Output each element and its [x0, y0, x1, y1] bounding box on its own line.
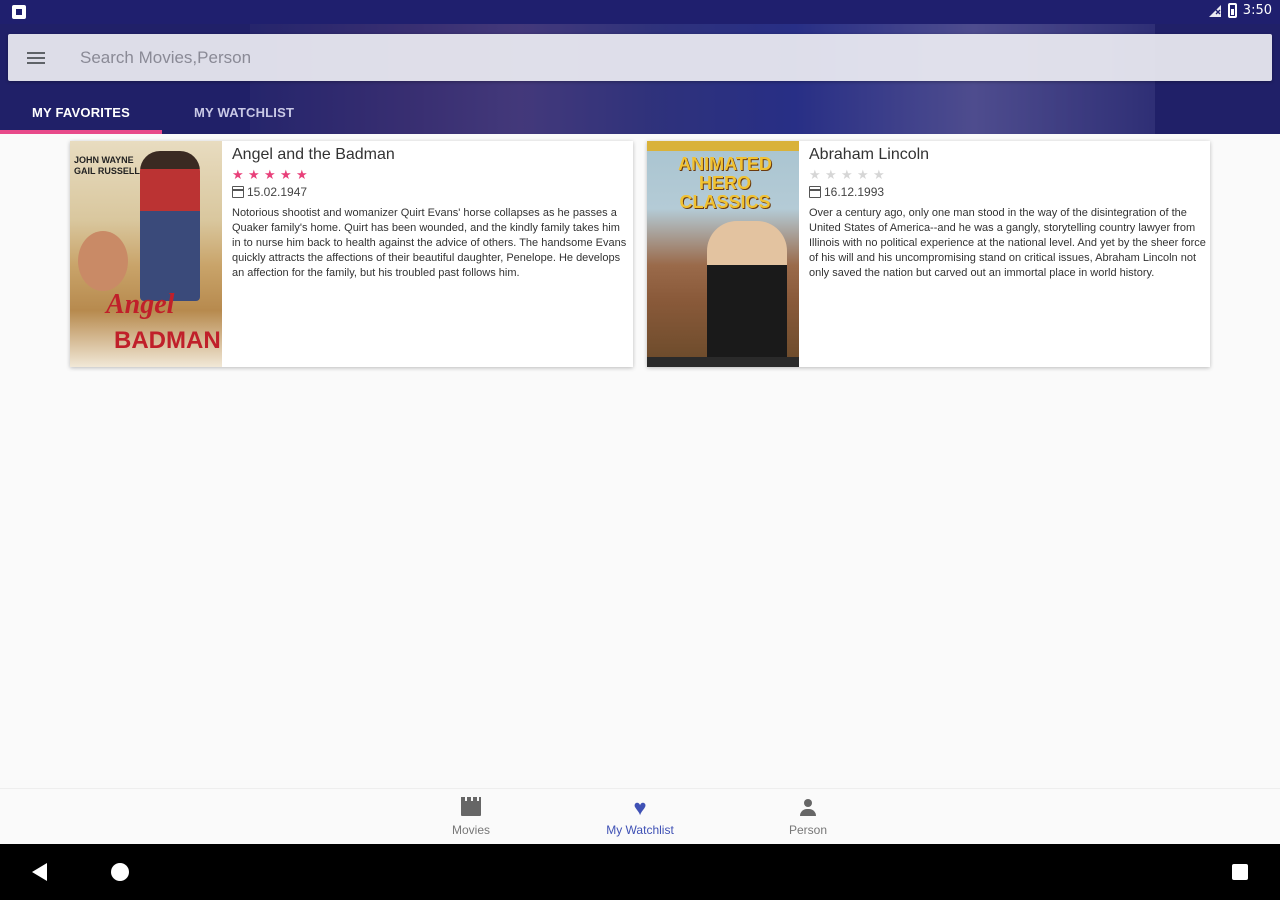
rating-stars: ★ ★ ★ ★ ★	[809, 168, 1206, 181]
recent-apps-icon[interactable]	[1232, 864, 1248, 880]
poster-title: Angel	[106, 289, 175, 320]
star-icon: ★	[264, 167, 276, 182]
nav-label: My Watchlist	[606, 823, 674, 837]
movie-poster: ANIMATED HERO CLASSICS	[647, 141, 799, 367]
calendar-icon	[232, 186, 244, 198]
poster-title-2: BADMAN	[114, 327, 221, 354]
menu-icon[interactable]	[8, 34, 64, 81]
status-time: 3:50	[1242, 3, 1272, 18]
heart-icon: ♥	[633, 795, 647, 820]
battery-icon	[1227, 3, 1237, 18]
movie-card[interactable]: ANIMATED HERO CLASSICS Abraham Lincoln ★…	[647, 141, 1210, 367]
star-icon: ★	[825, 167, 837, 182]
status-icons: 3:50	[1208, 3, 1272, 18]
star-icon: ★	[809, 167, 821, 182]
release-date: 15.02.1947	[232, 185, 629, 199]
search-input[interactable]	[64, 47, 1272, 68]
app-header: MY FAVORITES MY WATCHLIST	[0, 24, 1280, 134]
nav-label: Movies	[451, 823, 490, 837]
nav-item-person[interactable]: Person	[748, 797, 868, 837]
release-date-text: 16.12.1993	[824, 185, 885, 199]
star-icon: ★	[232, 167, 244, 182]
movie-overview: Over a century ago, only one man stood i…	[809, 207, 1206, 279]
tab-my-watchlist[interactable]: MY WATCHLIST	[162, 90, 326, 134]
star-icon: ★	[296, 167, 308, 182]
release-date: 16.12.1993	[809, 185, 1206, 199]
system-navigation-bar	[0, 844, 1280, 900]
status-bar: 3:50	[0, 0, 1280, 24]
star-icon: ★	[857, 167, 869, 182]
movie-title: Abraham Lincoln	[809, 146, 930, 163]
tab-bar: MY FAVORITES MY WATCHLIST	[0, 90, 326, 134]
nav-item-movies[interactable]: Movies	[411, 797, 531, 837]
movie-list: JOHN WAYNE GAIL RUSSELL Angel BADMAN Ang…	[0, 134, 1280, 786]
movie-clapper-icon	[461, 797, 481, 816]
star-icon: ★	[841, 167, 853, 182]
release-date-text: 15.02.1947	[247, 185, 308, 199]
nav-item-my-watchlist[interactable]: ♥ My Watchlist	[580, 795, 700, 838]
star-icon: ★	[280, 167, 292, 182]
star-icon: ★	[248, 167, 260, 182]
poster-credits: JOHN WAYNE GAIL RUSSELL	[74, 155, 140, 176]
star-icon: ★	[873, 167, 885, 182]
search-bar	[8, 34, 1272, 81]
movie-overview: Notorious shootist and womanizer Quirt E…	[232, 207, 627, 279]
movie-title: Angel and the Badman	[232, 146, 395, 163]
notification-icon	[12, 5, 26, 19]
bottom-navigation: Movies ♥ My Watchlist Person	[0, 788, 1280, 844]
nav-label: Person	[788, 823, 828, 837]
calendar-icon	[809, 186, 821, 198]
person-icon	[800, 799, 816, 817]
movie-info: Angel and the Badman ★ ★ ★ ★ ★ 15.02.194…	[222, 141, 633, 367]
home-icon[interactable]	[111, 863, 129, 881]
poster-title: ANIMATED HERO CLASSICS	[678, 154, 772, 212]
signal-icon	[1208, 4, 1221, 17]
rating-stars: ★ ★ ★ ★ ★	[232, 168, 629, 181]
movie-card[interactable]: JOHN WAYNE GAIL RUSSELL Angel BADMAN Ang…	[70, 141, 633, 367]
movie-poster: JOHN WAYNE GAIL RUSSELL Angel BADMAN	[70, 141, 222, 367]
back-icon[interactable]	[32, 863, 47, 881]
movie-info: Abraham Lincoln ★ ★ ★ ★ ★ 16.12.1993 Ove…	[799, 141, 1210, 367]
tab-my-favorites[interactable]: MY FAVORITES	[0, 90, 162, 134]
